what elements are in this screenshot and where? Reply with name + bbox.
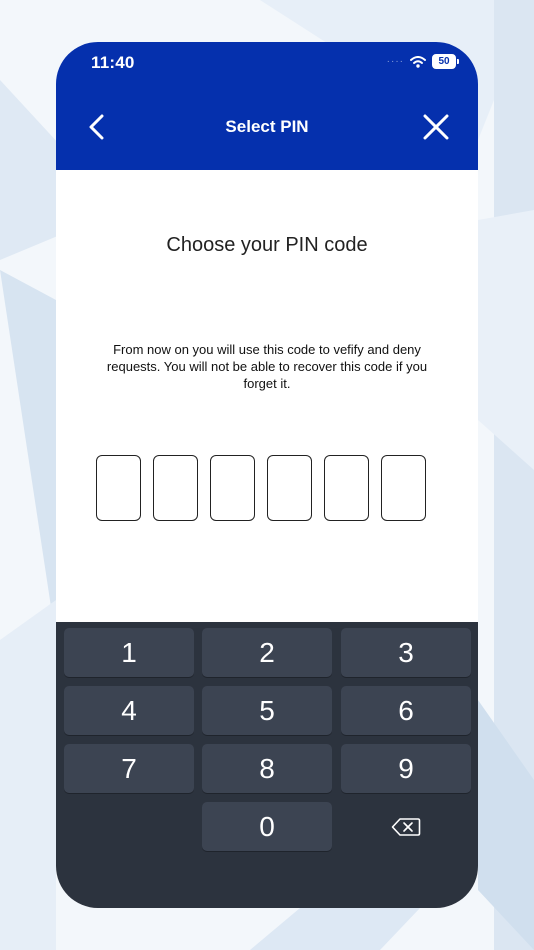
pin-digit-box[interactable] <box>210 455 255 521</box>
pin-digit-box[interactable] <box>324 455 369 521</box>
key-2[interactable]: 2 <box>202 628 332 677</box>
close-icon[interactable] <box>422 113 450 141</box>
pin-description: From now on you will use this code to ve… <box>106 342 428 391</box>
phone-screen: 11:40 ···· 50 Select PIN Choose your PIN… <box>56 42 478 908</box>
pin-digit-box[interactable] <box>153 455 198 521</box>
pin-digit-box[interactable] <box>96 455 141 521</box>
signal-dots-icon: ···· <box>386 55 404 67</box>
key-5[interactable]: 5 <box>202 686 332 735</box>
pin-heading: Choose your PIN code <box>166 234 368 256</box>
key-7[interactable]: 7 <box>64 744 194 793</box>
numeric-keypad: 1 2 3 4 5 6 7 8 9 0 <box>56 622 478 908</box>
pin-digit-box[interactable] <box>381 455 426 521</box>
app-header: 11:40 ···· 50 Select PIN <box>56 42 478 170</box>
key-9[interactable]: 9 <box>341 744 471 793</box>
wifi-icon <box>410 55 426 68</box>
key-3[interactable]: 3 <box>341 628 471 677</box>
battery-icon: 50 <box>432 54 459 69</box>
pin-content: Choose your PIN code From now on you wil… <box>56 170 478 622</box>
status-time: 11:40 <box>91 53 135 72</box>
pin-input-row[interactable] <box>96 455 426 521</box>
key-4[interactable]: 4 <box>64 686 194 735</box>
key-8[interactable]: 8 <box>202 744 332 793</box>
status-icons: ···· 50 <box>386 54 459 69</box>
backspace-icon <box>391 817 421 836</box>
key-6[interactable]: 6 <box>341 686 471 735</box>
key-1[interactable]: 1 <box>64 628 194 677</box>
key-0[interactable]: 0 <box>202 802 332 851</box>
delete-button[interactable] <box>341 802 471 851</box>
page-title: Select PIN <box>225 117 309 136</box>
pin-digit-box[interactable] <box>267 455 312 521</box>
